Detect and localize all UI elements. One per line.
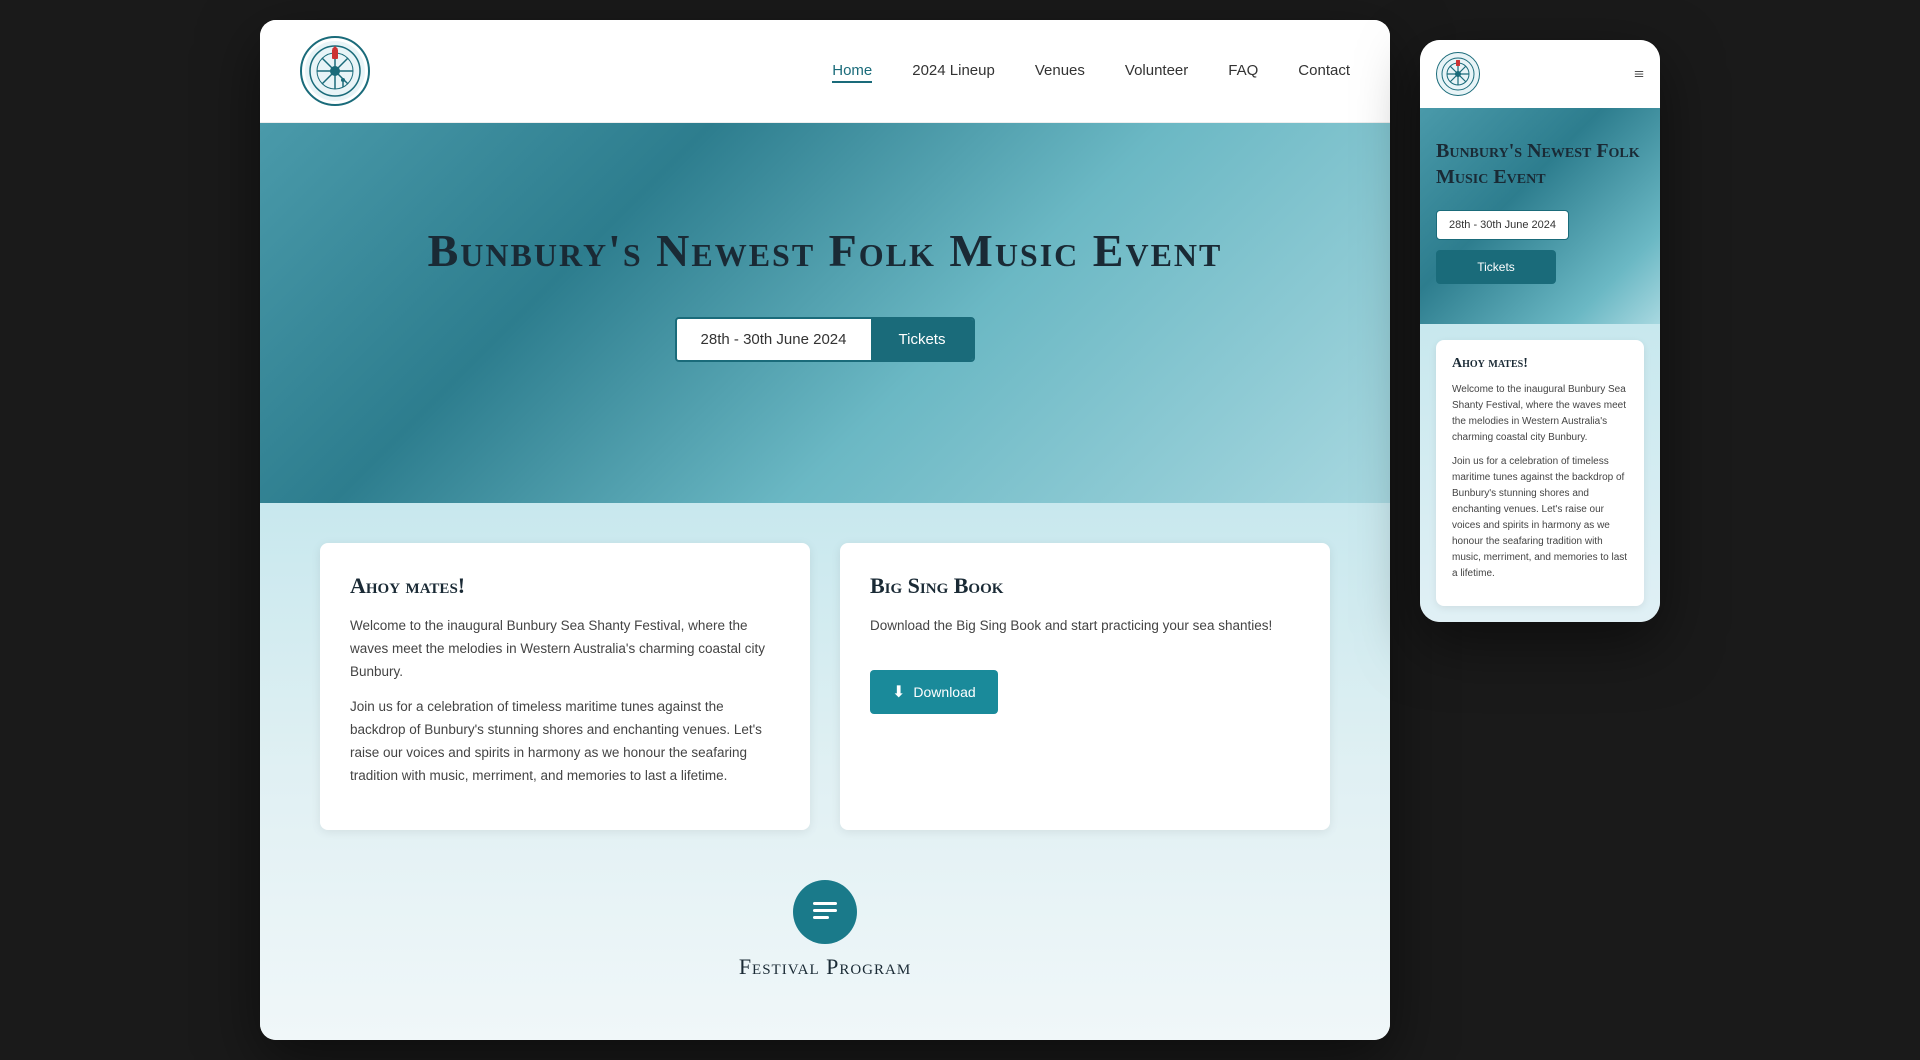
hero-title: Bunbury's Newest Folk Music Event [428, 224, 1223, 277]
mobile-date: 28th - 30th June 2024 [1436, 210, 1569, 240]
program-icon [793, 880, 857, 944]
nav-item-home[interactable]: Home [832, 62, 872, 80]
desktop-navbar: Home 2024 Lineup Venues Volunteer FAQ Co… [260, 20, 1390, 123]
tickets-button[interactable]: Tickets [871, 319, 974, 360]
nav-item-volunteer[interactable]: Volunteer [1125, 62, 1188, 80]
mobile-hero-title: Bunbury's Newest Folk Music Event [1436, 138, 1644, 190]
download-button[interactable]: ⬇ Download [870, 670, 998, 714]
mobile-card-title: Ahoy mates! [1452, 356, 1628, 372]
ahoy-card-text1: Welcome to the inaugural Bunbury Sea Sha… [350, 615, 780, 684]
mobile-tickets-button[interactable]: Tickets [1436, 250, 1556, 284]
hero-actions: 28th - 30th June 2024 Tickets [675, 317, 976, 362]
festival-program: Festival Program [320, 880, 1330, 980]
ahoy-card-text2: Join us for a celebration of timeless ma… [350, 696, 780, 788]
mobile-cards-section: Ahoy mates! Welcome to the inaugural Bun… [1420, 324, 1660, 622]
mobile-navbar: ≡ [1420, 40, 1660, 108]
mobile-hero: Bunbury's Newest Folk Music Event 28th -… [1420, 108, 1660, 324]
nav-item-faq[interactable]: FAQ [1228, 62, 1258, 80]
program-title: Festival Program [739, 954, 911, 980]
nav-item-lineup[interactable]: 2024 Lineup [912, 62, 995, 80]
mobile-mockup: ≡ Bunbury's Newest Folk Music Event 28th… [1420, 40, 1660, 622]
download-label: Download [913, 684, 975, 700]
mobile-menu-icon[interactable]: ≡ [1634, 64, 1644, 85]
mobile-card-text1: Welcome to the inaugural Bunbury Sea Sha… [1452, 382, 1628, 446]
singbook-card-title: Big Sing Book [870, 573, 1300, 599]
cards-section: Ahoy mates! Welcome to the inaugural Bun… [260, 503, 1390, 1040]
logo-circle [300, 36, 370, 106]
logo-area [300, 36, 370, 106]
hero-date: 28th - 30th June 2024 [677, 319, 871, 360]
desktop-hero: Bunbury's Newest Folk Music Event 28th -… [260, 123, 1390, 503]
mobile-ahoy-card: Ahoy mates! Welcome to the inaugural Bun… [1436, 340, 1644, 606]
desktop-mockup: Home 2024 Lineup Venues Volunteer FAQ Co… [260, 20, 1390, 1040]
singbook-card: Big Sing Book Download the Big Sing Book… [840, 543, 1330, 830]
mobile-card-text2: Join us for a celebration of timeless ma… [1452, 454, 1628, 582]
cards-row: Ahoy mates! Welcome to the inaugural Bun… [320, 543, 1330, 830]
nav-item-contact[interactable]: Contact [1298, 62, 1350, 80]
logo-image [305, 41, 365, 101]
nav-item-venues[interactable]: Venues [1035, 62, 1085, 80]
screen-wrapper: Home 2024 Lineup Venues Volunteer FAQ Co… [260, 20, 1660, 1040]
ahoy-card-title: Ahoy mates! [350, 573, 780, 599]
ahoy-card: Ahoy mates! Welcome to the inaugural Bun… [320, 543, 810, 830]
singbook-card-text: Download the Big Sing Book and start pra… [870, 615, 1300, 638]
mobile-logo [1436, 52, 1480, 96]
download-icon: ⬇ [892, 682, 905, 702]
nav-links: Home 2024 Lineup Venues Volunteer FAQ Co… [832, 62, 1350, 80]
